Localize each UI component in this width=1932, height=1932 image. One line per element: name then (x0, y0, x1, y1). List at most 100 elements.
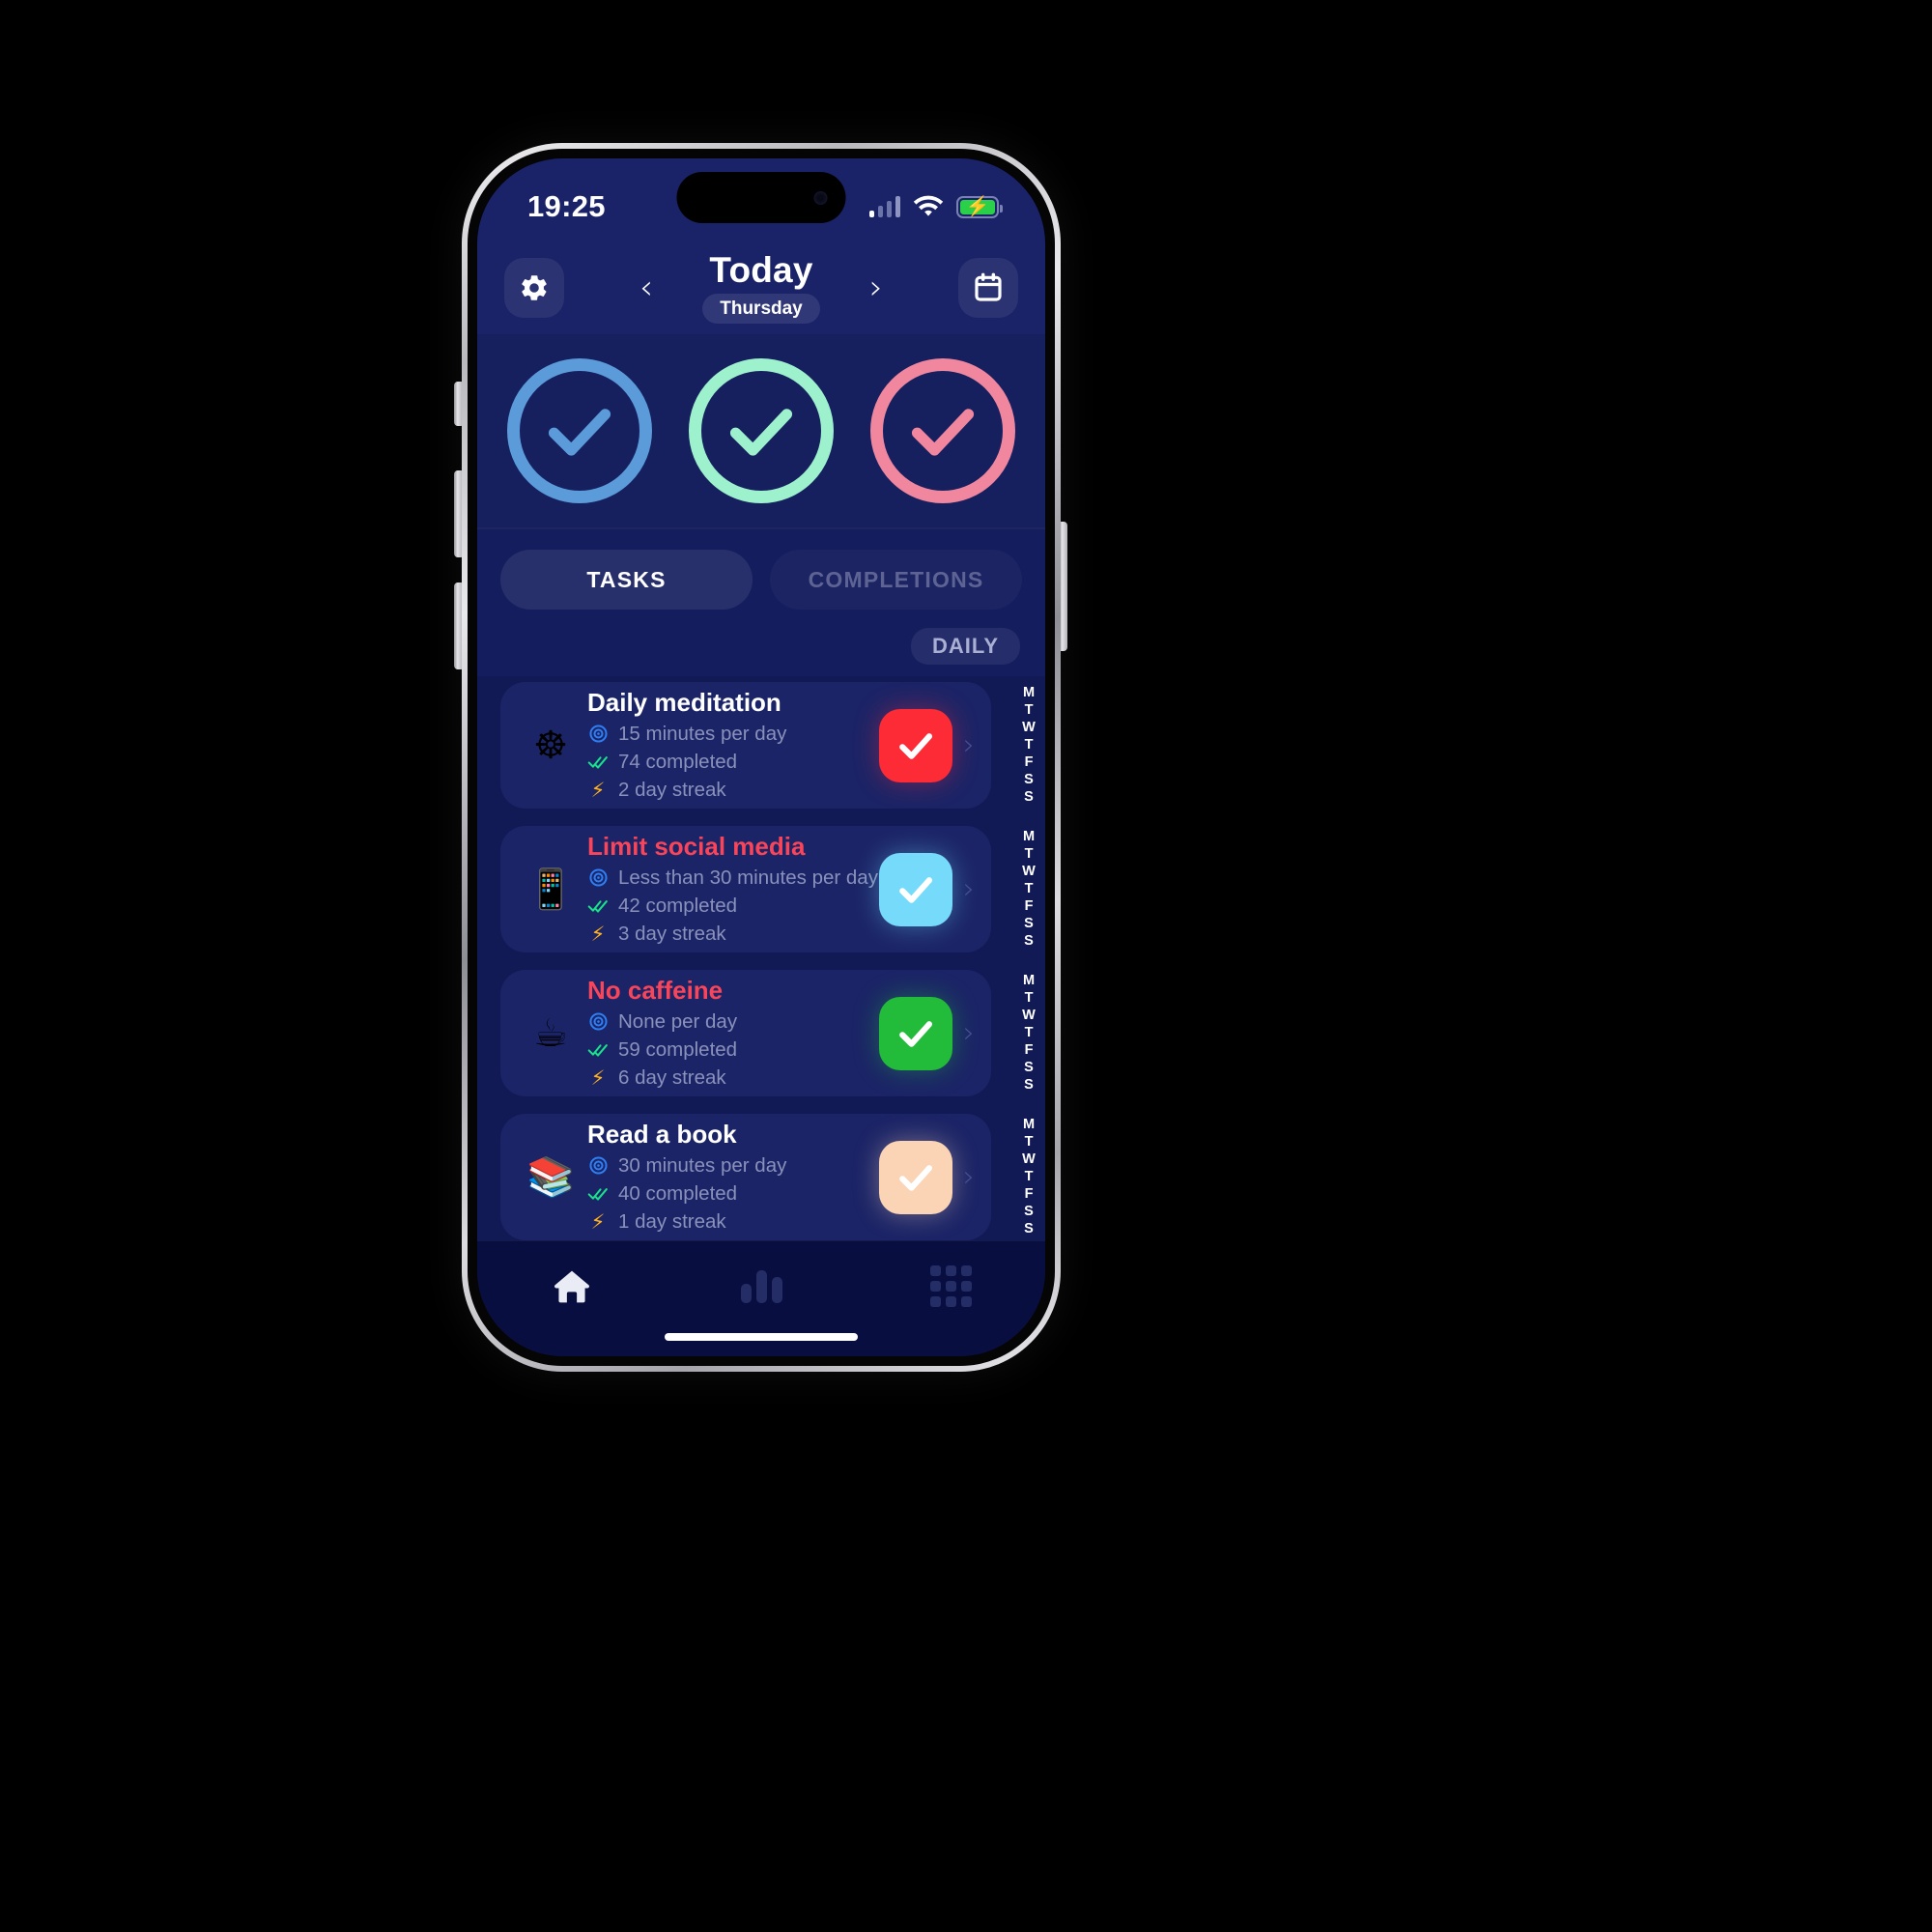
task-goal-row: None per day (587, 1009, 879, 1035)
task-goal-row: 15 minutes per day (587, 722, 879, 747)
check-icon (899, 876, 933, 903)
bottom-navigation (477, 1240, 1045, 1356)
weekday-letter: T (1024, 990, 1034, 1007)
weekday-letter: T (1024, 702, 1034, 719)
lightning-bolt-icon: ⚡ (590, 922, 606, 946)
task-streak-text: 6 day streak (618, 1065, 726, 1089)
target-icon (588, 1012, 608, 1031)
next-day-button[interactable]: › (860, 270, 893, 305)
tab-completions[interactable]: COMPLETIONS (770, 550, 1022, 610)
task-details: No caffeine None per day 59 completed ⚡ … (583, 976, 879, 1091)
check-icon (548, 409, 611, 456)
weekday-letter: F (1024, 898, 1034, 915)
task-detail-chevron[interactable]: › (956, 872, 981, 906)
task-card[interactable]: 📚 Read a book 30 minutes per day 40 comp… (500, 1114, 991, 1240)
task-complete-toggle[interactable] (879, 852, 952, 926)
task-title: Daily meditation (587, 687, 781, 717)
weekday-letters: MTWTFSS (1012, 682, 1045, 809)
task-detail-chevron[interactable]: › (956, 728, 981, 762)
weekday-letter: S (1024, 933, 1034, 950)
filter-row: DAILY (477, 616, 1045, 676)
task-goal-text: 15 minutes per day (618, 722, 787, 745)
page-title: Today (709, 250, 813, 290)
task-completed-row: 42 completed (587, 894, 879, 919)
weekday-letter: M (1022, 1117, 1036, 1132)
task-list-area: ☸ Daily meditation 15 minutes per day 74… (477, 676, 1045, 1240)
check-icon (911, 409, 975, 456)
lightning-bolt-icon: ⚡ (590, 1065, 606, 1090)
task-completed-row: 74 completed (587, 750, 879, 775)
task-streak-text: 2 day streak (618, 778, 726, 801)
task-detail-chevron[interactable]: › (956, 1016, 981, 1050)
weekday-letter: S (1024, 1060, 1034, 1076)
app-screen: 19:25 ⚡ ‹ Today Thursday › TASKS COMPLET… (477, 158, 1045, 1356)
task-card[interactable]: ☕ No caffeine None per day 59 completed … (500, 970, 991, 1096)
task-details: Read a book 30 minutes per day 40 comple… (583, 1120, 879, 1235)
battery-charging-icon: ⚡ (956, 195, 1003, 218)
gear-icon (522, 275, 547, 300)
weekday-letter: T (1024, 737, 1034, 753)
home-indicator[interactable] (665, 1333, 858, 1341)
task-card[interactable]: ☸ Daily meditation 15 minutes per day 74… (500, 682, 991, 809)
dharma-wheel-icon: ☸ (533, 723, 568, 768)
weekday-letters: MTWTFSS (1012, 1114, 1045, 1240)
weekday-letter: S (1024, 1204, 1034, 1220)
task-completed-row: 40 completed (587, 1181, 879, 1207)
target-icon (588, 1156, 608, 1175)
weekday-badge: Thursday (702, 294, 820, 324)
books-icon: 📚 (526, 1154, 575, 1200)
date-navigator: ‹ Today Thursday › (564, 252, 958, 324)
double-check-icon (587, 899, 608, 913)
tab-tasks[interactable]: TASKS (500, 550, 753, 610)
wifi-icon (913, 195, 944, 216)
task-card[interactable]: 📱 Limit social media Less than 30 minute… (500, 826, 991, 952)
status-bar: 19:25 ⚡ (477, 158, 1045, 242)
progress-rings (477, 334, 1045, 527)
status-bar-indicators: ⚡ (868, 195, 1003, 218)
weekday-letter: W (1022, 1151, 1036, 1168)
task-detail-chevron[interactable]: › (956, 1160, 981, 1194)
weekday-letter: T (1024, 1025, 1034, 1041)
screenshot-canvas: 19:25 ⚡ ‹ Today Thursday › TASKS COMPLET… (0, 0, 1932, 1932)
weekday-letter: S (1024, 1077, 1034, 1094)
dynamic-island (676, 172, 846, 223)
calendar-button[interactable] (958, 258, 1018, 318)
ring-pink[interactable] (870, 358, 1015, 503)
task-completed-text: 74 completed (618, 750, 738, 773)
weekday-letter: W (1022, 720, 1036, 736)
task-completed-text: 42 completed (618, 894, 738, 917)
weekday-letter: F (1024, 1042, 1034, 1059)
front-camera-icon (813, 190, 828, 205)
lightning-bolt-icon: ⚡ (590, 1209, 606, 1234)
settings-button[interactable] (504, 258, 564, 318)
date-title-block: Today Thursday (684, 252, 838, 324)
weekday-letter: M (1022, 829, 1036, 844)
task-streak-row: ⚡ 3 day streak (587, 922, 879, 947)
weekday-letter: S (1024, 916, 1034, 932)
task-streak-text: 1 day streak (618, 1209, 726, 1233)
view-tabs: TASKS COMPLETIONS (477, 529, 1045, 616)
target-icon (588, 724, 608, 743)
previous-day-button[interactable]: ‹ (630, 270, 663, 305)
nav-stats[interactable] (718, 1259, 805, 1315)
ring-blue[interactable] (507, 358, 652, 503)
phone-bezel: 19:25 ⚡ ‹ Today Thursday › TASKS COMPLET… (468, 149, 1055, 1366)
status-bar-time: 19:25 (527, 189, 606, 223)
weekday-letter: F (1024, 1186, 1034, 1203)
nav-home[interactable] (528, 1259, 615, 1315)
hot-beverage-icon: ☕ (533, 1010, 568, 1056)
weekday-letter: S (1024, 789, 1034, 806)
task-goal-row: 30 minutes per day (587, 1153, 879, 1179)
weekday-letter: M (1022, 973, 1036, 988)
weekday-letters: MTWTFSS (1012, 826, 1045, 952)
nav-all-tasks[interactable] (907, 1259, 994, 1315)
task-complete-toggle[interactable] (879, 708, 952, 782)
lightning-bolt-icon: ⚡ (590, 778, 606, 802)
task-title: Read a book (587, 1119, 737, 1149)
task-complete-toggle[interactable] (879, 1140, 952, 1214)
mobile-phone-icon: 📱 (526, 867, 575, 912)
task-complete-toggle[interactable] (879, 996, 952, 1070)
frequency-filter-badge[interactable]: DAILY (911, 628, 1020, 665)
bar-chart-icon (740, 1269, 782, 1303)
ring-mint[interactable] (689, 358, 834, 503)
